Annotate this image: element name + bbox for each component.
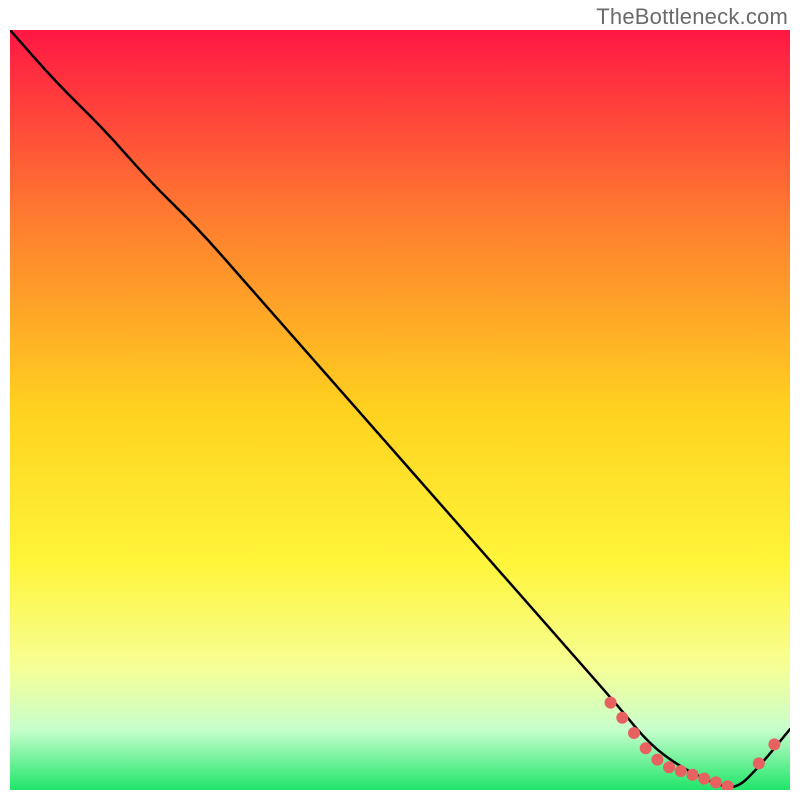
marker-point — [628, 727, 640, 739]
chart-background — [10, 30, 790, 790]
marker-point — [675, 765, 687, 777]
watermark-text: TheBottleneck.com — [596, 4, 788, 30]
chart-svg — [10, 30, 790, 790]
marker-point — [640, 742, 652, 754]
marker-point — [753, 757, 765, 769]
marker-point — [710, 776, 722, 788]
chart-plot-area — [10, 30, 790, 790]
marker-point — [768, 738, 780, 750]
marker-point — [663, 761, 675, 773]
marker-point — [651, 754, 663, 766]
marker-point — [687, 769, 699, 781]
marker-point — [698, 773, 710, 785]
marker-point — [605, 697, 617, 709]
marker-point — [616, 712, 628, 724]
